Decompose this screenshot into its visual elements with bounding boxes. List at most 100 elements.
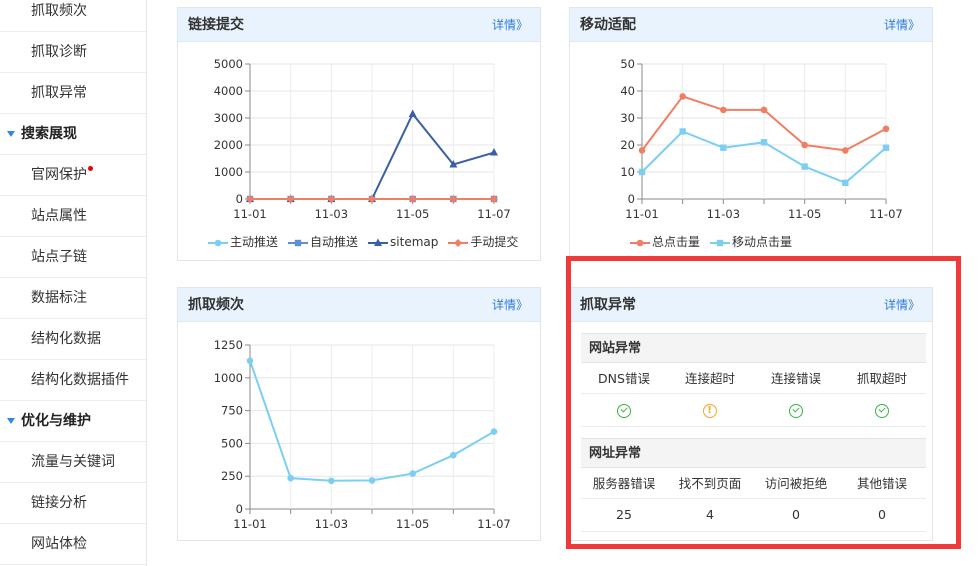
sidebar-item-link-analysis[interactable]: 链接分析 — [0, 483, 146, 524]
panel-title: 链接提交 — [188, 17, 244, 33]
panel-title: 移动适配 — [580, 17, 636, 33]
data-point — [882, 144, 890, 151]
y-tick-label: 0 — [628, 192, 635, 206]
y-tick-label: 1000 — [214, 371, 243, 385]
x-tick-label: 11-05 — [396, 207, 429, 221]
highlight-box — [566, 256, 961, 549]
sidebar-item-site-sublinks[interactable]: 站点子链 — [0, 237, 146, 278]
sidebar-item-structured-data[interactable]: 结构化数据 — [0, 319, 146, 360]
notification-dot-icon — [88, 166, 93, 171]
link-submit-chart: 0 1000 2000 3000 4000 5000 11-01 11-03 11-05 11-0… — [214, 57, 511, 221]
data-point — [450, 451, 457, 459]
panel-header: 移动适配 详情》 — [570, 8, 932, 42]
legend-item[interactable]: sitemap — [368, 235, 438, 249]
data-point — [842, 179, 849, 186]
x-tick-label: 11-07 — [477, 207, 510, 221]
sidebar-item-label: 站点子链 — [31, 249, 87, 265]
triangle-down-icon — [7, 131, 15, 137]
legend-label: 移动点击量 — [732, 235, 793, 249]
panel-header: 链接提交 详情》 — [178, 8, 540, 42]
sidebar-item-data-annotation[interactable]: 数据标注 — [0, 278, 146, 319]
data-point — [490, 428, 498, 435]
sidebar-item-site-attributes[interactable]: 站点属性 — [0, 196, 146, 237]
sidebar-item-label: 抓取频次 — [31, 3, 87, 19]
sidebar-item-label: 链接分析 — [31, 495, 87, 511]
x-tick-label: 11-07 — [869, 207, 902, 221]
y-tick-label: 50 — [620, 57, 635, 71]
x-tick-label: 11-01 — [233, 207, 266, 221]
y-tick-label: 1000 — [214, 165, 243, 179]
x-tick-label: 11-05 — [396, 517, 429, 531]
data-point — [720, 144, 727, 151]
details-link[interactable]: 详情》 — [492, 8, 528, 42]
sidebar-item-official-site-protection[interactable]: 官网保护 — [0, 155, 146, 196]
sidebar-item-traffic-keywords[interactable]: 流量与关键词 — [0, 442, 146, 483]
sidebar-group-search-display[interactable]: 搜索展现 — [0, 114, 146, 155]
sidebar-item-crawl-frequency[interactable]: 抓取频次 — [0, 0, 146, 32]
y-tick-label: 4000 — [214, 84, 243, 98]
legend-marker-icon — [368, 238, 389, 246]
link-submit-panel: 链接提交 详情》 0 1000 2000 3000 4000 5000 11-01 11-03… — [177, 7, 541, 261]
chart-legend: 总点击量 移动点击量 — [630, 233, 802, 250]
sidebar-group-optimization[interactable]: 优化与维护 — [0, 401, 146, 442]
y-tick-label: 250 — [221, 469, 243, 483]
details-link[interactable]: 详情》 — [492, 288, 528, 322]
legend-label: 主动推送 — [230, 235, 279, 249]
x-tick-label: 11-07 — [477, 517, 510, 531]
y-tick-label: 30 — [620, 111, 635, 125]
legend-label: 总点击量 — [652, 235, 701, 249]
data-point — [638, 147, 646, 154]
sidebar-item-label: 数据标注 — [31, 290, 87, 306]
panel-title: 抓取频次 — [188, 297, 244, 313]
x-tick-label: 11-05 — [788, 207, 821, 221]
sidebar-item-label: 网站体检 — [31, 536, 87, 552]
y-tick-label: 40 — [620, 84, 635, 98]
x-tick-label: 11-01 — [233, 517, 266, 531]
sidebar-item-label: 结构化数据插件 — [31, 372, 129, 388]
sidebar-item-label: 站点属性 — [31, 208, 87, 224]
sidebar-item-label: 抓取异常 — [31, 85, 87, 101]
legend-marker-icon — [710, 239, 731, 246]
legend-item[interactable]: 自动推送 — [288, 233, 358, 250]
sidebar: 抓取频次 抓取诊断 抓取异常 搜索展现 官网保护 站点属性 站点子链 数据标注 … — [0, 0, 147, 566]
data-point — [679, 93, 686, 100]
sidebar-group-label: 搜索展现 — [21, 126, 77, 142]
sidebar-item-label: 官网保护 — [31, 167, 87, 183]
sidebar-item-crawl-error[interactable]: 抓取异常 — [0, 73, 146, 114]
legend-marker-icon — [630, 239, 650, 246]
y-tick-label: 2000 — [214, 138, 243, 152]
x-tick-label: 11-03 — [315, 517, 348, 531]
legend-label: 手动提交 — [470, 235, 519, 249]
legend-marker-icon — [208, 239, 228, 246]
legend-item[interactable]: 主动推送 — [208, 233, 278, 250]
sidebar-group-label: 优化与维护 — [21, 413, 91, 429]
y-tick-label: 5000 — [214, 57, 243, 71]
legend-item[interactable]: 手动提交 — [448, 233, 518, 250]
y-tick-label: 500 — [221, 436, 243, 450]
sidebar-item-label: 流量与关键词 — [31, 454, 115, 470]
legend-label: sitemap — [390, 235, 439, 249]
data-point — [760, 139, 768, 146]
details-link[interactable]: 详情》 — [884, 8, 920, 42]
data-point — [720, 106, 727, 114]
y-tick-label: 10 — [620, 165, 635, 179]
sidebar-item-label: 抓取诊断 — [31, 44, 87, 60]
data-point — [842, 147, 849, 154]
data-point — [679, 128, 686, 135]
chart-legend: 主动推送 自动推送 sitemap 手动提交 — [208, 233, 528, 250]
mobile-adaptation-panel: 移动适配 详情》 0 10 20 30 40 50 11-01 11-03 11-05 11-07… — [569, 7, 933, 261]
sidebar-item-site-checkup[interactable]: 网站体检 — [0, 524, 146, 565]
y-tick-label: 3000 — [214, 111, 243, 125]
x-tick-label: 11-03 — [315, 207, 348, 221]
sidebar-item-structured-data-plugin[interactable]: 结构化数据插件 — [0, 360, 146, 401]
legend-item[interactable]: 移动点击量 — [710, 233, 792, 250]
legend-item[interactable]: 总点击量 — [630, 233, 700, 250]
data-point — [490, 148, 498, 156]
x-tick-label: 11-01 — [625, 207, 658, 221]
y-tick-label: 1250 — [214, 338, 243, 352]
crawl-frequency-chart: 0 250 500 750 1000 1250 11-01 11-03 11-05 11-07 — [214, 338, 511, 531]
data-point — [801, 141, 808, 149]
crawl-frequency-panel: 抓取频次 详情》 0 250 500 750 1000 1250 11-01 11-03 11-… — [177, 287, 541, 541]
sidebar-item-crawl-diagnosis[interactable]: 抓取诊断 — [0, 32, 146, 73]
y-tick-label: 20 — [620, 138, 635, 152]
